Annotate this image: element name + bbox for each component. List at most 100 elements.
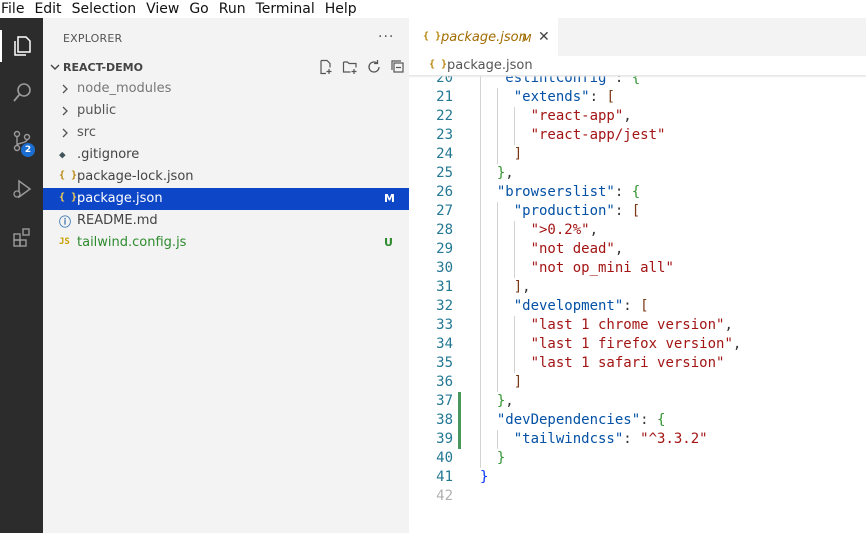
code-line: 29 "not dead", (409, 240, 866, 259)
git-change-marker[interactable] (458, 392, 461, 411)
code-text: ">0.2%", (531, 221, 598, 240)
code-token: : (589, 89, 607, 105)
activity-search[interactable] (0, 73, 43, 113)
tree-file-tailwind-config-js[interactable]: JS tailwind.config.js U (43, 232, 409, 254)
code-text: "react-app", (531, 107, 632, 126)
menu-go[interactable]: Go (188, 0, 212, 18)
code-line: 38 "devDependencies": { (409, 411, 866, 430)
code-token: "not dead" (530, 241, 615, 257)
tab-label: package.json (441, 30, 527, 45)
tree-file-gitignore[interactable]: ◆ .gitignore (43, 144, 409, 166)
indent-guide (496, 88, 498, 107)
menu-run[interactable]: Run (218, 0, 250, 18)
menu-file[interactable]: File (0, 0, 28, 18)
files-icon (13, 36, 31, 56)
indent-guide (496, 107, 498, 126)
git-change-marker[interactable] (458, 411, 461, 430)
code-token: : (623, 298, 641, 314)
indent-guide (513, 316, 515, 335)
line-number: 41 (436, 469, 453, 485)
code-line: 39 "tailwindcss": "^3.3.2" (409, 430, 866, 449)
line-number: 27 (436, 203, 453, 219)
refresh-button[interactable] (362, 59, 386, 75)
indent-guide (480, 202, 481, 221)
collapse-all-button[interactable] (386, 59, 410, 75)
activity-source-control[interactable]: 2 (0, 121, 43, 161)
modified-status-badge: M (384, 192, 395, 205)
workspace-section-header[interactable]: REACT-DEMO (43, 56, 409, 78)
indent-guide (496, 240, 498, 259)
extensions-icon (12, 228, 30, 247)
code-token: , (614, 241, 624, 257)
code-text: ] (514, 145, 522, 164)
line-number: 39 (436, 431, 453, 447)
indent-guide (496, 278, 498, 297)
code-token: "extends" (513, 89, 590, 105)
code-line: 31], (409, 278, 866, 297)
code-editor[interactable]: 20 "eslintConfig": {21 "extends": [22 "reac… (409, 76, 866, 533)
line-number: 37 (436, 393, 453, 409)
indent-guide (480, 392, 481, 411)
menu-help[interactable]: Help (324, 0, 361, 18)
activity-extensions[interactable] (0, 217, 43, 257)
indent-guide (480, 316, 481, 335)
menu-terminal[interactable]: Terminal (255, 0, 319, 18)
code-text: "last 1 firefox version", (531, 335, 742, 354)
indent-guide (496, 202, 498, 221)
tree-file-readme-md[interactable]: ⓘ README.md (43, 210, 409, 232)
tree-item-label: README.md (77, 213, 158, 228)
line-number: 35 (436, 355, 453, 371)
code-text: "tailwindcss": "^3.3.2" (514, 430, 708, 449)
tree-folder-public[interactable]: public (43, 100, 409, 122)
code-line: 21 "extends": [ (409, 88, 866, 107)
menu-selection[interactable]: Selection (71, 0, 141, 18)
breadcrumb-item-package-json[interactable]: package.json (447, 58, 533, 73)
git-change-marker[interactable] (458, 430, 461, 449)
indent-guide (513, 354, 515, 373)
code-line: 36] (409, 373, 866, 392)
indent-guide (480, 107, 481, 126)
activity-explorer[interactable] (0, 26, 43, 66)
indent-guide (513, 126, 515, 145)
code-text: "last 1 safari version" (531, 354, 725, 373)
search-icon (12, 83, 31, 102)
more-actions-icon[interactable]: ··· (378, 29, 394, 45)
indent-guide (513, 335, 515, 354)
code-token: "react-app/jest" (530, 127, 666, 143)
tree-item-label: package.json (77, 191, 163, 206)
line-number: 36 (436, 374, 453, 390)
code-text: "last 1 chrome version", (531, 316, 733, 335)
code-line: 30 "not op_mini all" (409, 259, 866, 278)
menu-view[interactable]: View (145, 0, 183, 18)
code-token: "react-app" (530, 108, 624, 124)
untracked-status-badge: U (384, 236, 393, 249)
code-text: "devDependencies": { (497, 411, 666, 430)
tree-file-package-lock-json[interactable]: { } package-lock.json (43, 166, 409, 188)
chevron-right-icon (62, 128, 68, 138)
menu-edit[interactable]: Edit (33, 0, 65, 18)
indent-guide (480, 145, 481, 164)
code-token: } (496, 450, 506, 466)
code-text: "not dead", (531, 240, 624, 259)
tree-folder-src[interactable]: src (43, 122, 409, 144)
code-line: 37}, (409, 392, 866, 411)
indent-guide (480, 240, 481, 259)
indent-guide (480, 126, 481, 145)
new-file-button[interactable] (314, 59, 338, 75)
tree-item-label: tailwind.config.js (77, 235, 187, 250)
new-folder-button[interactable] (338, 59, 362, 75)
code-line: 40} (409, 449, 866, 468)
indent-guide (496, 221, 498, 240)
code-text: } (497, 449, 505, 468)
menu-bar: File Edit Selection View Go Run Terminal… (0, 0, 866, 18)
code-token: ] (513, 374, 523, 390)
activity-run-debug[interactable] (0, 169, 43, 209)
tree-folder-node-modules[interactable]: node_modules (43, 78, 409, 100)
close-icon[interactable]: ✕ (538, 29, 550, 45)
code-token: "development" (513, 298, 624, 314)
tree-file-package-json[interactable]: { } package.json M (43, 188, 409, 210)
tree-item-label: .gitignore (77, 147, 140, 162)
json-file-icon: { } (423, 31, 442, 42)
tab-package-json[interactable]: { } package.json M ✕ (409, 18, 558, 56)
code-token: , (623, 108, 632, 124)
